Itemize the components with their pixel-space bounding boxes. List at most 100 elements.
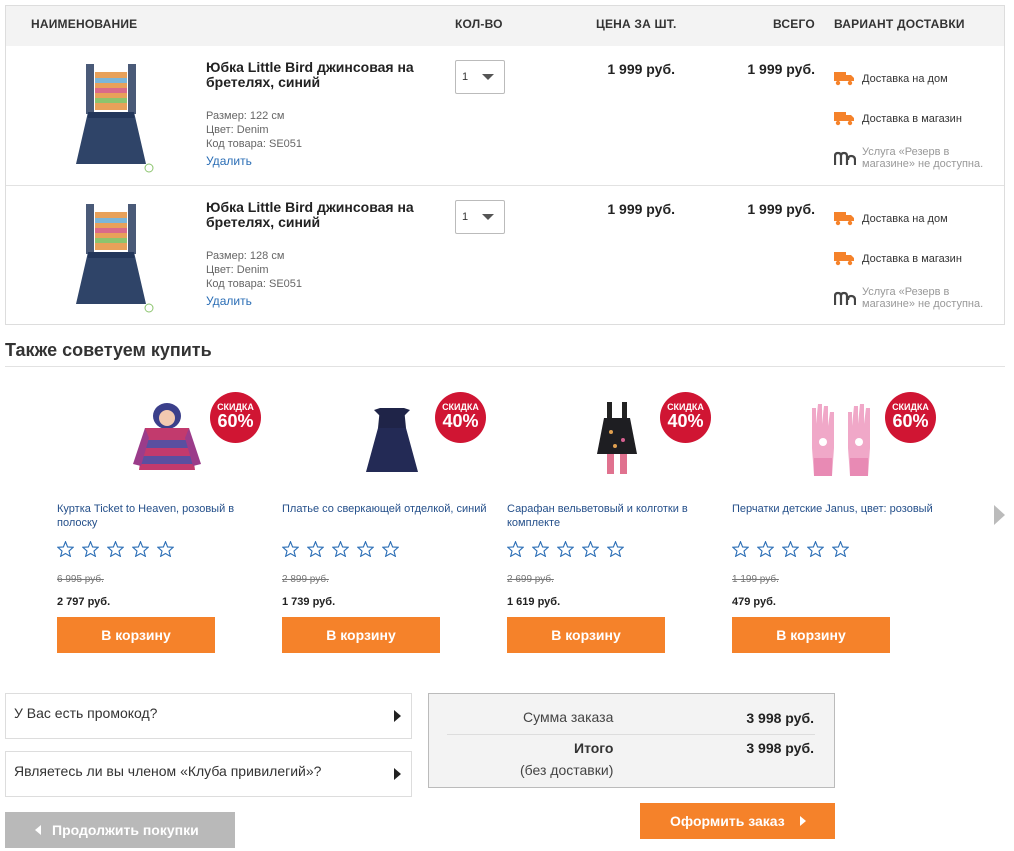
discount-badge: СКИДКА 40%	[660, 392, 711, 443]
club-member-toggle[interactable]: Являетесь ли вы членом «Клуба привилегий…	[5, 751, 412, 797]
order-sum-value: 3 998 руб.	[746, 710, 814, 726]
order-total-note: (без доставки)	[520, 762, 614, 778]
promo-code-label: У Вас есть промокод?	[14, 705, 158, 721]
jacket-image[interactable]	[127, 398, 207, 478]
divider	[447, 734, 815, 735]
product-link[interactable]: Платье со сверкающей отделкой, синий	[282, 502, 487, 516]
product-link[interactable]: Куртка Ticket to Heaven, розовый в полос…	[57, 502, 262, 530]
checkout-button[interactable]: Оформить заказ	[640, 803, 835, 839]
cart-header: НАИМЕНОВАНИЕ КОЛ-ВО ЦЕНА ЗА ШТ. ВСЕГО ВА…	[6, 6, 1004, 46]
dress-image[interactable]	[352, 398, 432, 478]
order-total-value: 3 998 руб.	[746, 740, 814, 756]
star-icon[interactable]	[531, 540, 550, 558]
remove-link[interactable]: Удалить	[206, 154, 252, 168]
chevron-right-icon	[394, 710, 401, 722]
add-to-cart-button[interactable]: В корзину	[732, 617, 890, 653]
continue-shopping-label: Продолжить покупки	[52, 822, 199, 838]
star-icon[interactable]	[506, 540, 525, 558]
add-to-cart-button[interactable]: В корзину	[282, 617, 440, 653]
product-link[interactable]: Сарафан вельветовый и колготки в комплек…	[507, 502, 712, 530]
quantity-value: 1	[462, 71, 469, 83]
order-summary: Сумма заказа 3 998 руб. Итого 3 998 руб.…	[428, 693, 835, 788]
product-color: Цвет: Denim	[206, 124, 269, 136]
chevron-down-icon	[482, 214, 494, 220]
order-sum-label: Сумма заказа	[523, 709, 614, 725]
header-total: ВСЕГО	[773, 17, 815, 31]
rating-stars[interactable]	[281, 540, 407, 562]
product-card: СКИДКА 40% Сарафан вельветовый и колготк…	[506, 384, 717, 664]
remove-link[interactable]: Удалить	[206, 294, 252, 308]
product-card: СКИДКА 60% Куртка Ticket to Heaven, розо…	[56, 384, 267, 664]
store-logo-icon	[834, 291, 856, 305]
star-icon[interactable]	[581, 540, 600, 558]
product-size: Размер: 128 см	[206, 250, 285, 262]
star-icon[interactable]	[606, 540, 625, 558]
star-icon[interactable]	[81, 540, 100, 558]
star-icon[interactable]	[56, 540, 75, 558]
cart-row: Юбка Little Bird джинсовая на бретелях, …	[6, 46, 1004, 186]
quantity-value: 1	[462, 211, 469, 223]
product-card: СКИДКА 60% Перчатки детские Janus, цвет:…	[731, 384, 942, 664]
truck-icon	[834, 212, 854, 226]
truck-icon	[834, 112, 854, 126]
star-icon[interactable]	[556, 540, 575, 558]
chevron-right-icon	[394, 768, 401, 780]
rating-stars[interactable]	[56, 540, 182, 562]
rating-stars[interactable]	[506, 540, 632, 562]
star-icon[interactable]	[331, 540, 350, 558]
discount-badge: СКИДКА 60%	[210, 392, 261, 443]
product-name[interactable]: Юбка Little Bird джинсовая на бретелях, …	[206, 60, 436, 90]
delivery-store-label: Доставка в магазин	[862, 113, 962, 125]
discount-value: 60%	[892, 411, 929, 431]
product-code: Код товара: SE051	[206, 138, 303, 150]
star-icon[interactable]	[731, 540, 750, 558]
carousel-next-icon[interactable]	[994, 505, 1005, 525]
store-logo-icon	[834, 151, 856, 165]
skirt-image[interactable]	[66, 64, 156, 174]
delivery-home-label: Доставка на дом	[862, 213, 948, 225]
sale-price: 1 619 руб.	[507, 596, 561, 608]
promo-code-toggle[interactable]: У Вас есть промокод?	[5, 693, 412, 739]
star-icon[interactable]	[156, 540, 175, 558]
product-link[interactable]: Перчатки детские Janus, цвет: розовый	[732, 502, 937, 516]
star-icon[interactable]	[781, 540, 800, 558]
add-to-cart-button[interactable]: В корзину	[57, 617, 215, 653]
discount-value: 40%	[442, 411, 479, 431]
checkout-label: Оформить заказ	[670, 813, 785, 829]
skirt-image[interactable]	[66, 204, 156, 314]
unit-price: 1 999 руб.	[607, 61, 675, 77]
quantity-select[interactable]: 1	[455, 200, 505, 234]
product-name[interactable]: Юбка Little Bird джинсовая на бретелях, …	[206, 200, 436, 230]
cart-row: Юбка Little Bird джинсовая на бретелях, …	[6, 186, 1004, 326]
truck-icon	[834, 72, 854, 86]
pinafore-image[interactable]	[577, 398, 657, 478]
header-name: НАИМЕНОВАНИЕ	[31, 17, 138, 31]
delivery-home-label: Доставка на дом	[862, 73, 948, 85]
continue-shopping-button[interactable]: Продолжить покупки	[5, 812, 235, 848]
star-icon[interactable]	[831, 540, 850, 558]
star-icon[interactable]	[756, 540, 775, 558]
chevron-down-icon	[482, 74, 494, 80]
star-icon[interactable]	[106, 540, 125, 558]
unit-price: 1 999 руб.	[607, 201, 675, 217]
product-card: СКИДКА 40% Платье со сверкающей отделкой…	[281, 384, 492, 664]
star-icon[interactable]	[131, 540, 150, 558]
star-icon[interactable]	[306, 540, 325, 558]
sale-price: 2 797 руб.	[57, 596, 111, 608]
rating-stars[interactable]	[731, 540, 857, 562]
cart-table: НАИМЕНОВАНИЕ КОЛ-ВО ЦЕНА ЗА ШТ. ВСЕГО ВА…	[5, 5, 1005, 325]
add-to-cart-button[interactable]: В корзину	[507, 617, 665, 653]
star-icon[interactable]	[806, 540, 825, 558]
gloves-image[interactable]	[802, 398, 882, 478]
discount-value: 40%	[667, 411, 704, 431]
club-member-label: Являетесь ли вы членом «Клуба привилегий…	[14, 763, 322, 779]
truck-icon	[834, 252, 854, 266]
star-icon[interactable]	[381, 540, 400, 558]
header-delivery: ВАРИАНТ ДОСТАВКИ	[834, 17, 965, 31]
old-price: 2 699 руб.	[507, 574, 554, 585]
chevron-left-icon	[35, 825, 41, 835]
discount-badge: СКИДКА 60%	[885, 392, 936, 443]
star-icon[interactable]	[281, 540, 300, 558]
star-icon[interactable]	[356, 540, 375, 558]
quantity-select[interactable]: 1	[455, 60, 505, 94]
